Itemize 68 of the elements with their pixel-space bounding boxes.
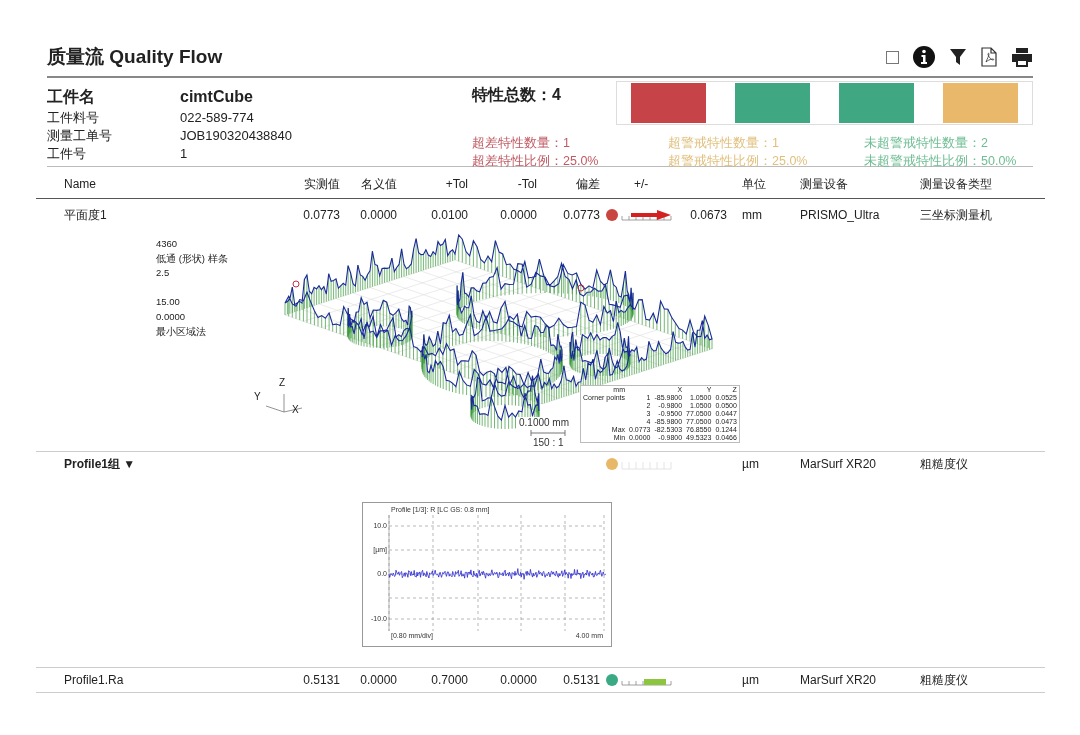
- column-header: +/-: [633, 177, 650, 191]
- deviation-arrow-icon: [621, 209, 673, 221]
- table-cell-text: 0.5131: [562, 673, 600, 687]
- table-cell-text: MarSurf XR20: [800, 673, 878, 687]
- name-cell-text: Profile1组 ▼: [63, 455, 137, 473]
- field-value: 1: [180, 145, 189, 163]
- column-header: 单位: [741, 175, 767, 193]
- column-header: 测量设备类型: [920, 175, 993, 193]
- table-cell-text: mm: [741, 208, 763, 222]
- column-header: 偏差: [575, 175, 600, 193]
- parameter-text: 0.0000: [156, 309, 187, 324]
- scale-ratio-text: 150 : 1: [532, 437, 565, 448]
- statistic-text: 超警戒特性比例：25.0%: [668, 153, 809, 170]
- table-cell-text: 0.0100: [430, 208, 468, 222]
- statistic-text: 超差特性数量：1: [472, 135, 571, 152]
- column-header: Name: [63, 177, 97, 191]
- table-cell-text: 粗糙度仪: [920, 671, 969, 689]
- column-header: 测量设备: [800, 175, 849, 193]
- table-cell-text: 0.0773: [302, 208, 340, 222]
- filter-icon[interactable]: [949, 48, 967, 66]
- axis-label: Z: [279, 377, 286, 388]
- page-title: 质量流 Quality Flow: [47, 45, 223, 69]
- pdf-file-icon[interactable]: [981, 47, 997, 67]
- table-cell-text: 三坐标测量机: [920, 206, 993, 224]
- axis-triad-icon: [264, 392, 304, 416]
- printer-icon[interactable]: [1011, 47, 1033, 67]
- total-count-text: 特性总数：4: [472, 85, 562, 105]
- table-cell-text: 0.0000: [359, 208, 397, 222]
- parameter-text: 最小区域法: [156, 324, 207, 339]
- statistic-text: 未超警戒特性数量：2: [864, 135, 989, 152]
- info-icon[interactable]: [913, 46, 935, 68]
- scale-length-text: 0.1000 mm: [518, 417, 571, 428]
- table-cell-text: 粗糙度仪: [920, 455, 969, 473]
- field-label: 工件号: [47, 145, 87, 163]
- table-cell-text: 0.0673: [689, 208, 727, 222]
- field-value: 022-589-774: [180, 109, 255, 127]
- table-cell-text: 0.7000: [430, 673, 468, 687]
- table-cell-text: 0.0000: [359, 673, 397, 687]
- field-value: cimtCube: [180, 87, 254, 107]
- table-cell-text: PRISMO_Ultra: [800, 208, 881, 222]
- checkbox[interactable]: [886, 50, 899, 64]
- parameter-text: 2.5: [156, 266, 171, 281]
- axis-label: X: [292, 404, 299, 415]
- table-cell-text: MarSurf XR20: [800, 457, 878, 471]
- field-label: 测量工单号: [47, 127, 113, 145]
- name-cell-text: 平面度1: [63, 206, 108, 224]
- name-cell-text: Profile1.Ra: [63, 673, 125, 687]
- parameter-text: 低通 (形状) 样条: [156, 251, 229, 266]
- column-header: 名义值: [360, 175, 397, 193]
- field-label: 工件料号: [47, 109, 100, 127]
- scale-bar-icon: [530, 430, 566, 436]
- statistic-text: 超警戒特性数量：1: [668, 135, 780, 152]
- table-cell-text: 0.0000: [499, 208, 537, 222]
- field-value: JOB190320438840: [180, 127, 294, 145]
- column-header: 实测值: [303, 175, 340, 193]
- table-cell-text: µm: [741, 457, 760, 471]
- parameter-text: 15.00: [156, 295, 181, 310]
- table-cell-text: 0.0000: [499, 673, 537, 687]
- statistic-text: 超差特性比例：25.0%: [472, 153, 600, 170]
- column-header: +Tol: [444, 177, 468, 191]
- column-header: -Tol: [516, 177, 537, 191]
- table-cell-text: 0.0773: [562, 208, 600, 222]
- axis-label: Y: [254, 391, 261, 402]
- statistic-text: 未超警戒特性比例：50.0%: [864, 153, 1018, 170]
- field-label: 工件名: [47, 87, 96, 107]
- table-cell-text: 0.5131: [302, 673, 340, 687]
- parameter-text: 4360: [156, 237, 179, 251]
- table-cell-text: µm: [741, 673, 760, 687]
